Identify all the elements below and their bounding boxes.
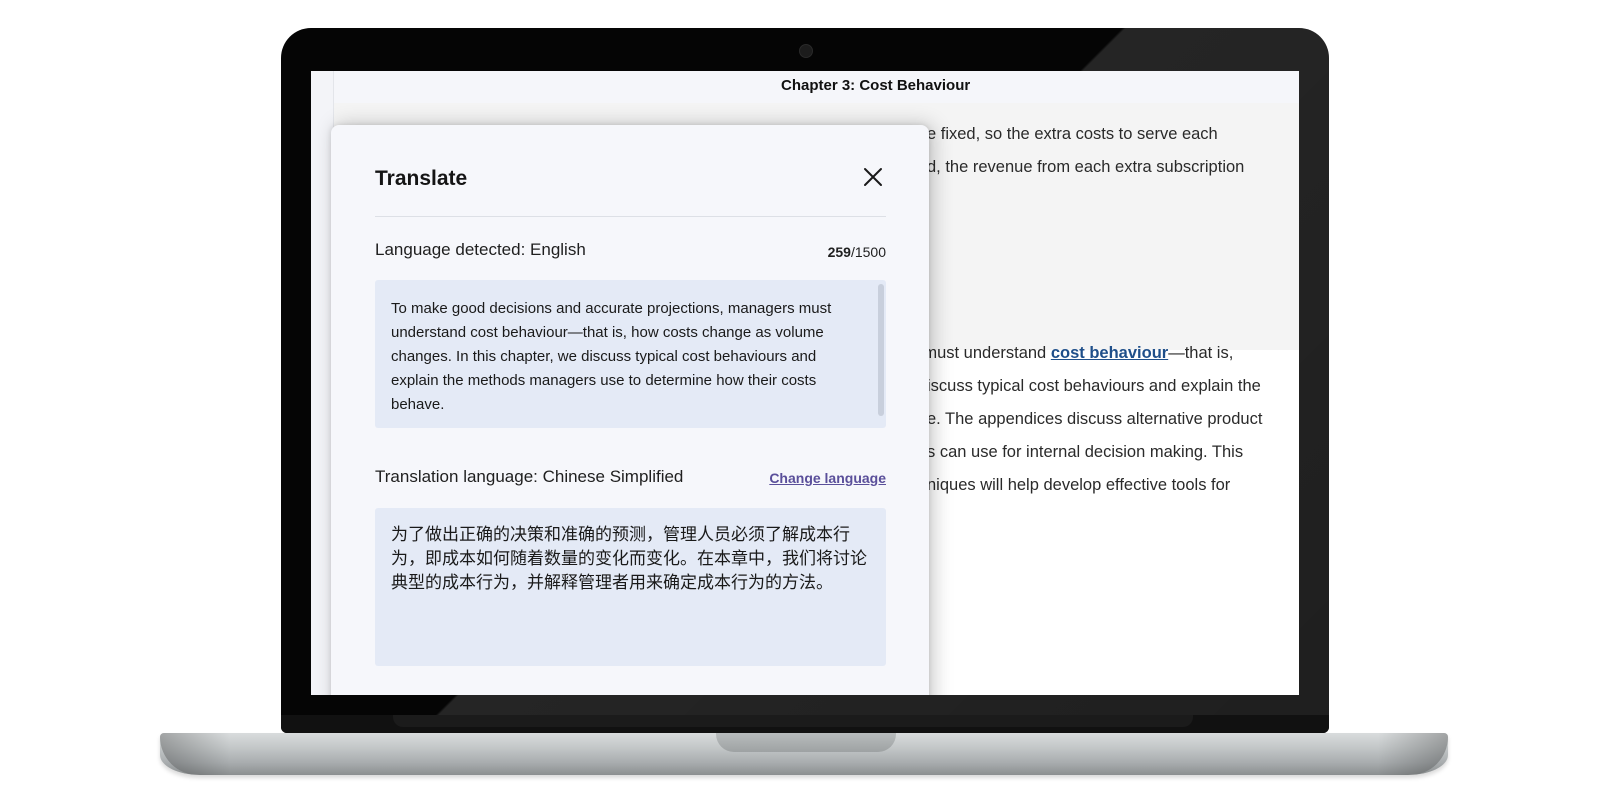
- laptop-screen: Chapter 3: Cost Behaviour e fixed, so th…: [311, 71, 1299, 695]
- language-detected-label: Language detected: English: [375, 240, 586, 259]
- translation-language-label: Translation language: Chinese Simplified: [375, 467, 684, 486]
- source-text-box[interactable]: To make good decisions and accurate proj…: [375, 280, 886, 428]
- chapter-title: Chapter 3: Cost Behaviour: [781, 77, 971, 94]
- laptop-base: [160, 733, 1448, 775]
- document-line: rs must understand cost behaviour—that i…: [905, 344, 1233, 363]
- dialog-title: Translate: [375, 167, 468, 190]
- dialog-divider: [375, 216, 886, 217]
- character-count: 259/1500: [828, 244, 886, 260]
- source-text: To make good decisions and accurate proj…: [391, 300, 832, 413]
- change-language-link[interactable]: Change language: [769, 470, 886, 486]
- translated-text-box: 为了做出正确的决策和准确的预测，管理人员必须了解成本行为，即成本如何随着数量的变…: [375, 508, 886, 666]
- document-line: d, the revenue from each extra subscript…: [927, 158, 1245, 176]
- char-count-max: /1500: [850, 244, 886, 260]
- translate-dialog: Translate Language detected: English 259…: [331, 125, 929, 695]
- document-line: niques will help develop effective tools…: [927, 476, 1231, 494]
- document-line: e fixed, so the extra costs to serve eac…: [927, 125, 1218, 143]
- laptop-mockup: Chapter 3: Cost Behaviour e fixed, so th…: [0, 0, 1600, 800]
- char-count-current: 259: [827, 244, 851, 260]
- document-line: s can use for internal decision making. …: [927, 443, 1244, 461]
- close-button[interactable]: [861, 165, 885, 189]
- document-line: iscuss typical cost behaviours and expla…: [927, 377, 1261, 395]
- base-edge-right: [1378, 733, 1448, 775]
- base-edge-left: [160, 733, 230, 775]
- document-line: e. The appendices discuss alternative pr…: [927, 410, 1263, 428]
- laptop-notch: [716, 733, 896, 752]
- camera-icon: [799, 44, 813, 58]
- document-text: —that is,: [1168, 344, 1234, 362]
- bezel-lip: [393, 715, 1193, 727]
- cost-behaviour-link[interactable]: cost behaviour: [1051, 344, 1168, 362]
- document-header: Chapter 3: Cost Behaviour: [311, 71, 1299, 103]
- translated-text: 为了做出正确的决策和准确的预测，管理人员必须了解成本行为，即成本如何随着数量的变…: [391, 525, 867, 593]
- close-icon: [864, 168, 882, 186]
- source-scrollbar[interactable]: [878, 284, 884, 416]
